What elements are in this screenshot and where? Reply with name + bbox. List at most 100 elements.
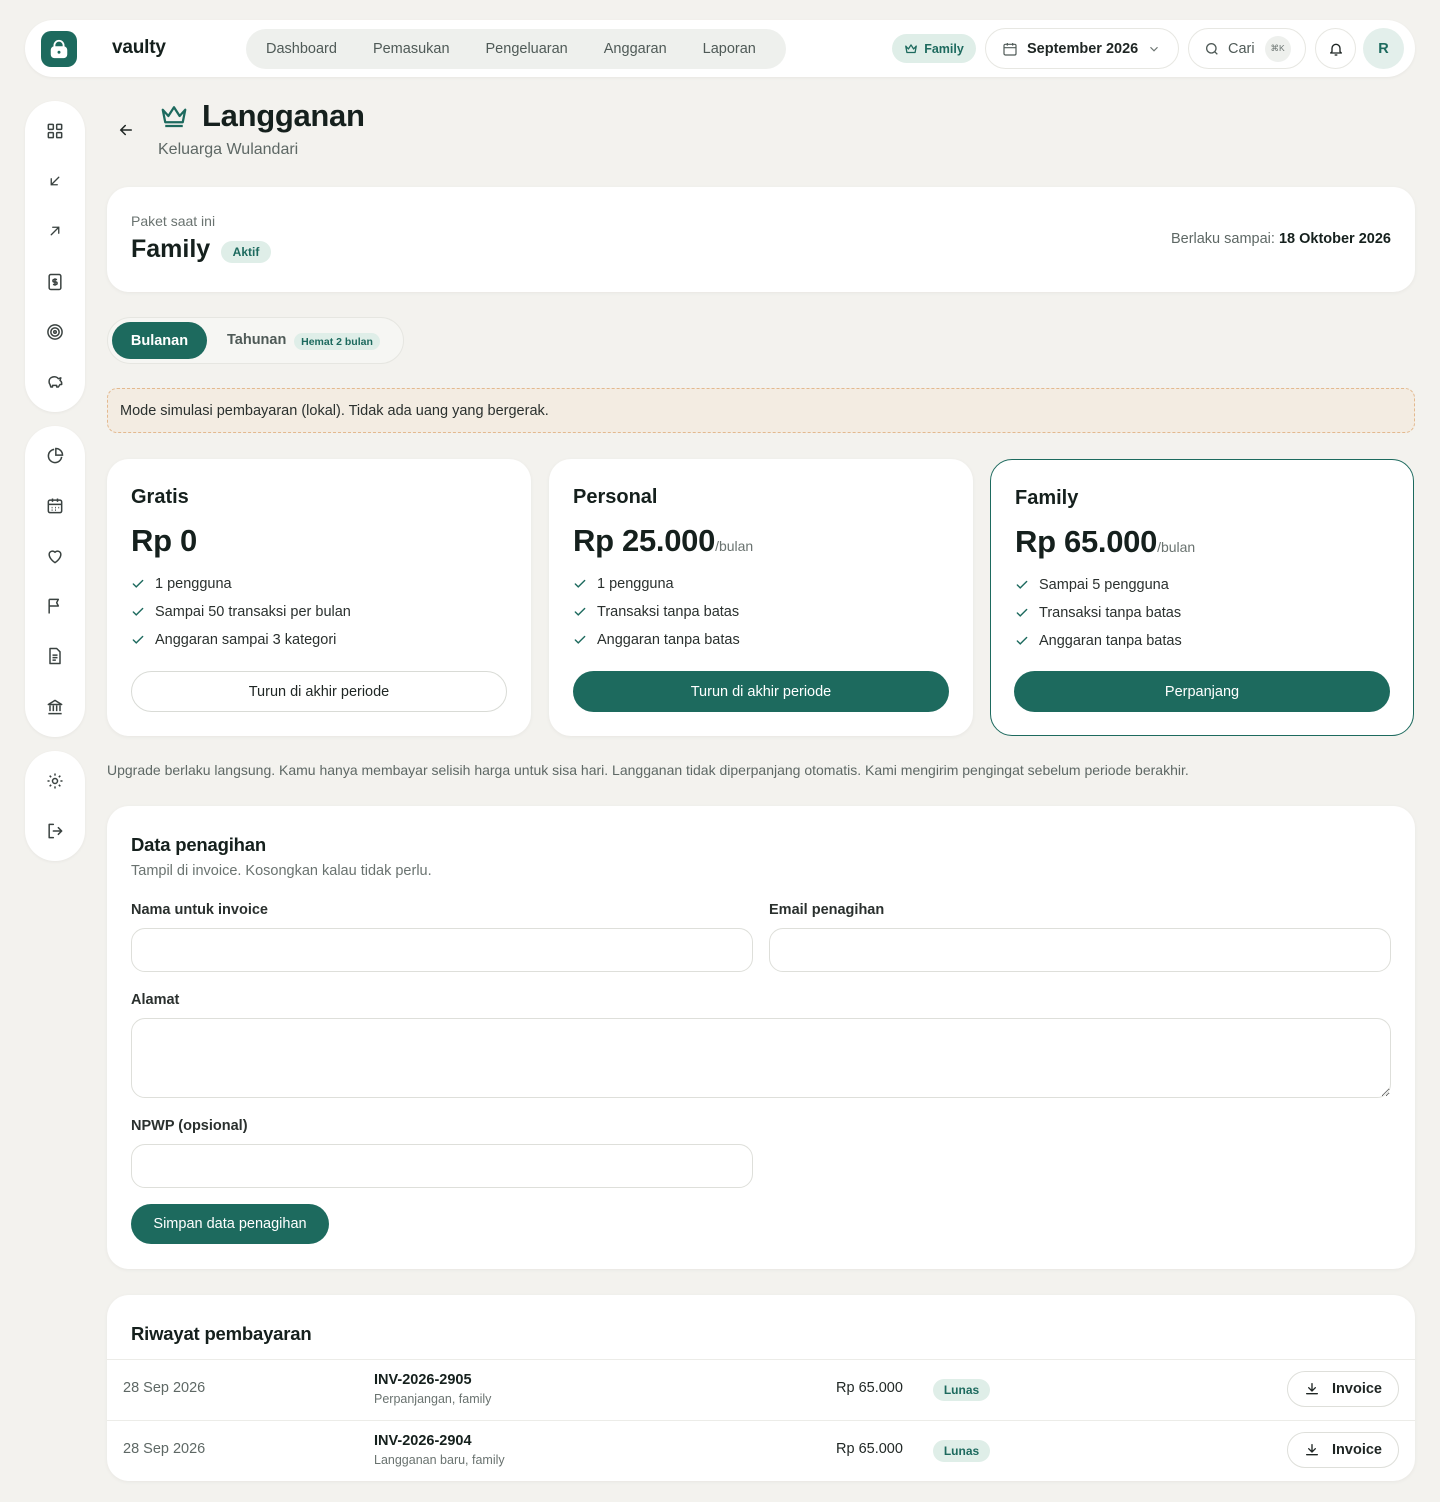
save-billing-button[interactable]: Simpan data penagihan bbox=[131, 1204, 329, 1244]
invoice-name-label: Nama untuk invoice bbox=[131, 902, 268, 918]
back-button[interactable] bbox=[117, 121, 135, 139]
bank-icon[interactable] bbox=[44, 696, 66, 718]
downgrade-button[interactable]: Turun di akhir periode bbox=[131, 671, 507, 712]
plan-price-value: Rp 65.000 bbox=[1015, 524, 1158, 559]
vaulty-logo-icon[interactable] bbox=[41, 31, 77, 67]
sidebar-group-main bbox=[25, 101, 85, 412]
plan-feature: Anggaran tanpa batas bbox=[573, 632, 740, 648]
income-icon[interactable] bbox=[44, 170, 66, 192]
plan-price-period: /bulan bbox=[1157, 539, 1196, 555]
payment-description: Langganan baru, family bbox=[374, 1453, 505, 1467]
chevron-down-icon bbox=[1150, 46, 1159, 52]
invoice-button-label: Invoice bbox=[1332, 1381, 1382, 1397]
table-row: 28 Sep 2026 INV-2026-2904 Langganan baru… bbox=[107, 1420, 1415, 1481]
search-icon bbox=[1206, 42, 1218, 55]
search-shortcut: ⌘K bbox=[1264, 35, 1291, 62]
dashboard-icon[interactable] bbox=[44, 120, 66, 142]
avatar[interactable]: R bbox=[1363, 28, 1404, 69]
plan-feature: Anggaran tanpa batas bbox=[1015, 633, 1182, 649]
invoice-name-input[interactable] bbox=[131, 928, 753, 972]
plan-price-value: Rp 0 bbox=[131, 523, 197, 558]
payment-amount: Rp 65.000 bbox=[836, 1380, 903, 1396]
payment-amount: Rp 65.000 bbox=[836, 1441, 903, 1457]
nav-anggaran[interactable]: Anggaran bbox=[604, 41, 667, 57]
budget-icon[interactable] bbox=[44, 271, 66, 293]
payment-history-card: Riwayat pembayaran 28 Sep 2026 INV-2026-… bbox=[107, 1295, 1415, 1481]
goals-flag-icon[interactable] bbox=[44, 595, 66, 617]
month-label: September 2026 bbox=[1027, 40, 1139, 57]
main-nav: Dashboard Pemasukan Pengeluaran Anggaran… bbox=[246, 29, 786, 69]
yearly-discount-badge: Hemat 2 bulan bbox=[294, 333, 380, 350]
calendar-icon[interactable] bbox=[44, 495, 66, 517]
npwp-input[interactable] bbox=[131, 1144, 753, 1188]
payment-date: 28 Sep 2026 bbox=[123, 1380, 206, 1396]
plan-feature: Sampai 50 transaksi per bulan bbox=[131, 604, 351, 620]
renew-button[interactable]: Perpanjang bbox=[1014, 671, 1390, 712]
nav-laporan[interactable]: Laporan bbox=[703, 41, 756, 57]
invoice-button-label: Invoice bbox=[1332, 1442, 1382, 1458]
payment-description: Perpanjangan, family bbox=[374, 1392, 492, 1406]
check-icon bbox=[574, 635, 586, 644]
payment-date: 28 Sep 2026 bbox=[123, 1441, 206, 1457]
history-title: Riwayat pembayaran bbox=[131, 1323, 312, 1344]
plan-name: Family bbox=[1015, 487, 1079, 509]
download-invoice-button[interactable]: Invoice bbox=[1287, 1432, 1399, 1468]
sidebar-group-bottom bbox=[25, 751, 85, 861]
check-icon bbox=[132, 635, 144, 644]
search-button[interactable]: Cari ⌘K bbox=[1188, 28, 1306, 69]
plan-card-gratis: Gratis Rp 0 1 pengguna Sampai 50 transak… bbox=[107, 459, 531, 736]
logout-icon[interactable] bbox=[44, 820, 66, 842]
download-invoice-button[interactable]: Invoice bbox=[1287, 1371, 1399, 1407]
settings-icon[interactable] bbox=[44, 770, 66, 792]
target-icon[interactable] bbox=[44, 321, 66, 343]
downgrade-button[interactable]: Turun di akhir periode bbox=[573, 671, 949, 712]
check-icon bbox=[574, 579, 586, 588]
check-icon bbox=[132, 607, 144, 616]
plan-feature: Anggaran sampai 3 kategori bbox=[131, 632, 336, 648]
calendar-icon bbox=[1003, 42, 1017, 56]
nav-dashboard[interactable]: Dashboard bbox=[266, 41, 337, 57]
page-title: Langganan bbox=[202, 98, 365, 133]
savings-icon[interactable] bbox=[44, 371, 66, 393]
plan-price: Rp 0 bbox=[131, 523, 197, 559]
check-icon bbox=[574, 607, 586, 616]
valid-until: Berlaku sampai: 18 Oktober 2026 bbox=[1171, 231, 1391, 247]
plan-pill-label: Family bbox=[924, 41, 964, 56]
document-icon[interactable] bbox=[44, 645, 66, 667]
billing-email-label: Email penagihan bbox=[769, 902, 885, 918]
plan-feature: Sampai 5 pengguna bbox=[1015, 577, 1169, 593]
download-icon bbox=[1306, 1444, 1319, 1456]
table-row: 28 Sep 2026 INV-2026-2905 Perpanjangan, … bbox=[107, 1359, 1415, 1420]
billing-email-input[interactable] bbox=[769, 928, 1391, 972]
plan-card-personal: Personal Rp 25.000/bulan 1 pengguna Tran… bbox=[549, 459, 973, 736]
plan-name: Gratis bbox=[131, 486, 189, 508]
sidebar-group-secondary bbox=[25, 426, 85, 737]
billing-title: Data penagihan bbox=[131, 834, 266, 855]
expense-icon[interactable] bbox=[44, 220, 66, 242]
check-icon bbox=[1016, 580, 1028, 589]
notifications-button[interactable] bbox=[1315, 28, 1356, 69]
month-selector[interactable]: September 2026 bbox=[985, 28, 1179, 69]
plan-name: Personal bbox=[573, 486, 658, 508]
plan-feature: 1 pengguna bbox=[131, 576, 232, 592]
plan-feature: Transaksi tanpa batas bbox=[1015, 605, 1181, 621]
plan-price-period: /bulan bbox=[715, 538, 754, 554]
subscription-footnote: Upgrade berlaku langsung. Kamu hanya mem… bbox=[107, 762, 1189, 778]
report-icon[interactable] bbox=[44, 445, 66, 467]
status-badge: Lunas bbox=[933, 1440, 990, 1462]
crown-icon bbox=[905, 43, 918, 53]
current-plan-label: Paket saat ini bbox=[131, 213, 216, 229]
plan-feature: Transaksi tanpa batas bbox=[573, 604, 739, 620]
nav-pengeluaran[interactable]: Pengeluaran bbox=[486, 41, 568, 57]
npwp-label: NPWP (opsional) bbox=[131, 1118, 248, 1134]
toggle-monthly[interactable]: Bulanan bbox=[112, 322, 207, 359]
nav-pemasukan[interactable]: Pemasukan bbox=[373, 41, 450, 57]
invoice-number: INV-2026-2905 bbox=[374, 1372, 472, 1388]
toggle-yearly[interactable]: Tahunan bbox=[227, 332, 286, 348]
wishlist-icon[interactable] bbox=[44, 545, 66, 567]
arrow-left-icon bbox=[119, 124, 132, 136]
address-textarea[interactable] bbox=[131, 1018, 1391, 1098]
plan-price-value: Rp 25.000 bbox=[573, 523, 716, 558]
billing-data-card: Data penagihan Tampil di invoice. Kosong… bbox=[107, 806, 1415, 1269]
plan-pill[interactable]: Family bbox=[892, 34, 976, 63]
